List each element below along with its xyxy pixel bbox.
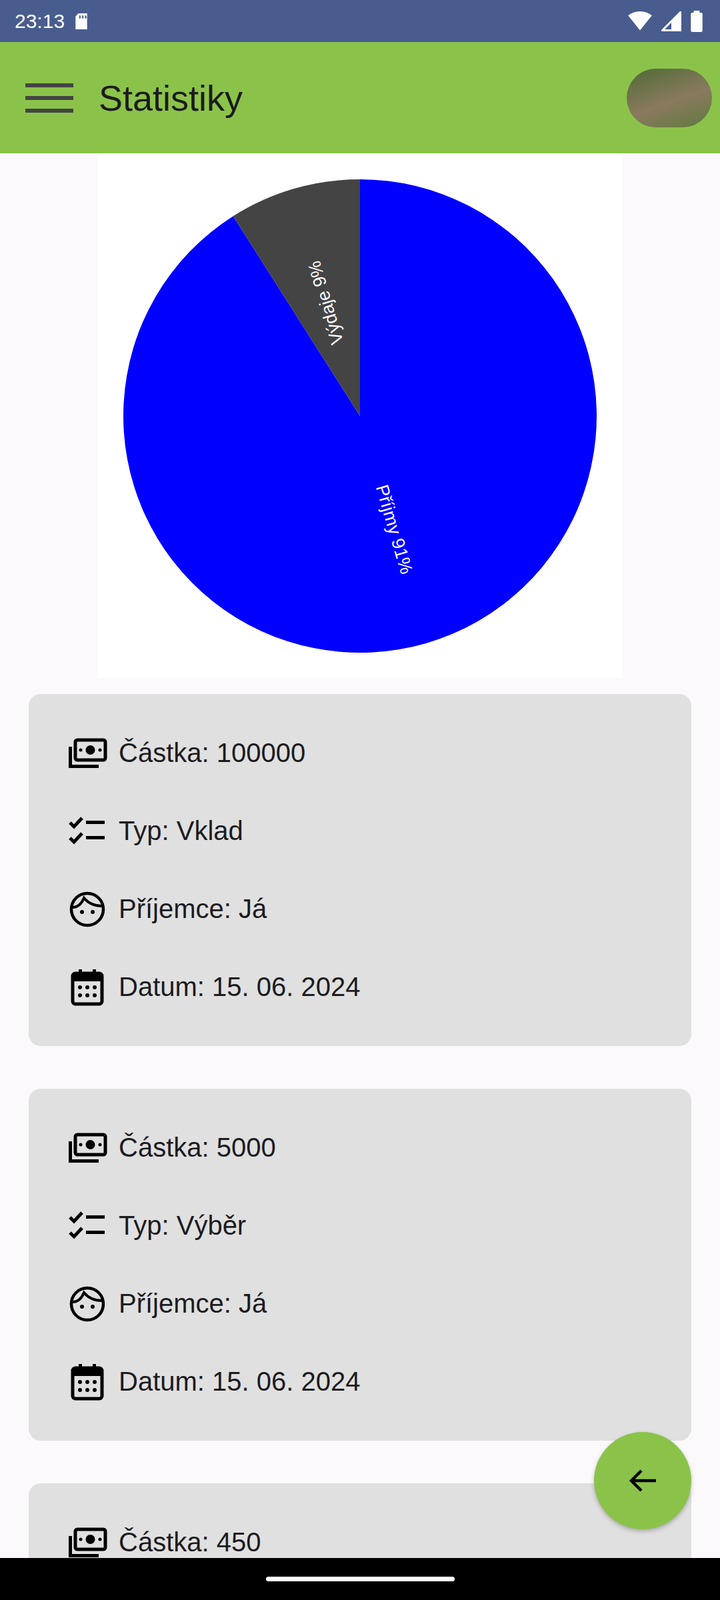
row-icon-cell bbox=[66, 968, 108, 1006]
row-text: Příjemce: Já bbox=[118, 1288, 267, 1319]
arrow-left-icon bbox=[626, 1464, 659, 1497]
navigation-bar bbox=[0, 1558, 720, 1600]
row-icon-cell bbox=[66, 1363, 108, 1401]
checklist-icon bbox=[67, 816, 108, 847]
transaction-row: Částka: 100000 bbox=[66, 714, 692, 792]
transaction-row: Typ: Vklad bbox=[66, 792, 692, 870]
sd-card-icon bbox=[74, 12, 89, 30]
row-icon-cell bbox=[66, 891, 108, 928]
row-icon-cell bbox=[66, 1132, 108, 1164]
calendar-icon bbox=[70, 1363, 104, 1401]
row-text: Částka: 5000 bbox=[118, 1132, 276, 1163]
row-icon-cell bbox=[66, 738, 108, 769]
row-text: Datum: 15. 06. 2024 bbox=[118, 972, 360, 1002]
checklist-icon bbox=[67, 1210, 108, 1242]
status-right bbox=[628, 10, 703, 32]
transaction-row: Datum: 15. 06. 2024 bbox=[66, 1342, 692, 1421]
screen: 23:13 Statistiky Příjmy 91% Výdaje 9% Částka… bbox=[0, 0, 720, 1600]
transaction-list: Částka: 100000 Typ: Vklad Příjemce: Já Datu… bbox=[28, 694, 692, 1558]
signal-icon bbox=[661, 11, 682, 32]
transaction-row: Příjemce: Já bbox=[66, 870, 692, 948]
home-handle[interactable] bbox=[266, 1576, 455, 1582]
row-text: Typ: Vklad bbox=[118, 816, 244, 846]
pie-slice-label: Výdaje 9% bbox=[304, 258, 348, 347]
face-icon bbox=[69, 1286, 106, 1322]
row-text: Částka: 100000 bbox=[118, 738, 306, 768]
calendar-icon bbox=[70, 968, 104, 1006]
transaction-row: Částka: 450 bbox=[66, 1503, 692, 1558]
battery-icon bbox=[690, 10, 703, 32]
row-text: Částka: 450 bbox=[118, 1527, 261, 1558]
row-text: Příjemce: Já bbox=[118, 894, 267, 924]
avatar-photo[interactable] bbox=[626, 68, 712, 128]
money-icon bbox=[67, 1527, 108, 1558]
row-text: Typ: Výběr bbox=[118, 1210, 246, 1241]
content: Příjmy 91% Výdaje 9% Částka: 100000 Typ: Vk… bbox=[0, 153, 720, 1558]
transaction-row: Částka: 5000 bbox=[66, 1108, 692, 1187]
row-icon-cell bbox=[66, 816, 108, 847]
money-icon bbox=[67, 1132, 108, 1164]
pie-chart: Příjmy 91% Výdaje 9% bbox=[97, 154, 623, 678]
row-text: Datum: 15. 06. 2024 bbox=[118, 1366, 360, 1397]
money-icon bbox=[67, 738, 108, 769]
status-left: 23:13 bbox=[14, 10, 89, 33]
app-bar: Statistiky bbox=[0, 42, 720, 154]
row-icon-cell bbox=[66, 1210, 108, 1242]
transaction-card[interactable]: Částka: 5000 Typ: Výběr Příjemce: Já Datum:… bbox=[28, 1088, 692, 1441]
status-time: 23:13 bbox=[14, 10, 65, 33]
row-icon-cell bbox=[66, 1286, 108, 1322]
status-bar: 23:13 bbox=[0, 0, 720, 42]
pie-slice[interactable] bbox=[233, 179, 360, 416]
face-icon bbox=[69, 891, 106, 928]
transaction-row: Datum: 15. 06. 2024 bbox=[66, 948, 692, 1026]
wifi-icon bbox=[628, 11, 652, 32]
pie-chart-canvas: Příjmy 91% Výdaje 9% bbox=[97, 154, 623, 678]
app-title: Statistiky bbox=[98, 77, 602, 119]
row-icon-cell bbox=[66, 1527, 108, 1558]
transaction-row: Typ: Výběr bbox=[66, 1186, 692, 1265]
hamburger-menu-icon[interactable] bbox=[25, 82, 74, 114]
pie-slice[interactable] bbox=[123, 179, 597, 653]
pie-slice-label: Příjmy 91% bbox=[372, 482, 417, 576]
transaction-row: Příjemce: Já bbox=[66, 1264, 692, 1343]
back-button[interactable] bbox=[594, 1432, 692, 1530]
transaction-card[interactable]: Částka: 450 bbox=[28, 1483, 692, 1558]
transaction-card[interactable]: Částka: 100000 Typ: Vklad Příjemce: Já Datu… bbox=[28, 694, 692, 1046]
